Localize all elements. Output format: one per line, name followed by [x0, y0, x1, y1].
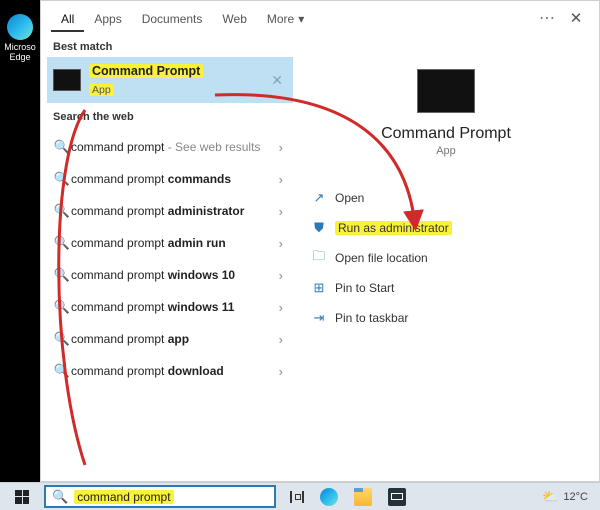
clear-best-icon[interactable]: ✕ — [271, 72, 283, 89]
search-results-panel: All Apps Documents Web More▾ ⋯ ✕ Best ma… — [40, 0, 600, 482]
action-label: Open — [335, 191, 364, 205]
web-result[interactable]: 🔍command prompt download› — [47, 355, 293, 387]
best-match-subtitle: App — [89, 84, 114, 96]
search-icon: 🔍 — [52, 489, 68, 505]
start-button[interactable] — [0, 483, 44, 510]
desktop-strip: Microso Edge — [0, 0, 40, 482]
search-icon: 🔍 — [53, 267, 71, 283]
search-icon: 🔍 — [53, 139, 71, 155]
action-label: Pin to Start — [335, 281, 394, 295]
chevron-right-icon: › — [275, 204, 287, 219]
taskbar-edge-icon[interactable] — [320, 488, 338, 506]
windows-logo-icon — [15, 490, 29, 504]
results-left-column: Best match Command Prompt App ✕ Search t… — [41, 35, 293, 481]
edge-label: Microso Edge — [1, 42, 39, 62]
taskbar-weather[interactable]: ⛅ 12°C — [542, 489, 588, 505]
action-label: Run as administrator — [335, 221, 452, 235]
chevron-right-icon: › — [275, 172, 287, 187]
task-view-icon[interactable] — [290, 491, 304, 503]
search-tabs: All Apps Documents Web More▾ ⋯ ✕ — [41, 1, 599, 35]
edge-icon — [7, 14, 33, 40]
action-label: Open file location — [335, 251, 428, 265]
taskbar: 🔍 command prompt ⛅ 12°C — [0, 482, 600, 510]
search-icon: 🔍 — [53, 235, 71, 251]
search-icon: 🔍 — [53, 331, 71, 347]
taskbar-search-input[interactable]: 🔍 command prompt — [44, 485, 276, 508]
web-result[interactable]: 🔍command prompt admin run› — [47, 227, 293, 259]
search-icon: 🔍 — [53, 203, 71, 219]
chevron-right-icon: › — [275, 332, 287, 347]
close-button[interactable]: ✕ — [563, 9, 589, 27]
tab-documents[interactable]: Documents — [132, 4, 213, 32]
action-icon: 🗀 — [309, 247, 329, 269]
search-icon: 🔍 — [53, 299, 71, 315]
web-result-text: command prompt windows 11 — [71, 300, 275, 314]
edge-shortcut[interactable]: Microso Edge — [1, 14, 39, 62]
action-pin-to-taskbar[interactable]: ⇥ Pin to taskbar — [303, 303, 589, 333]
cmd-icon — [53, 69, 81, 91]
chevron-right-icon: › — [275, 300, 287, 315]
web-result-text: command prompt app — [71, 332, 275, 346]
taskbar-explorer-icon[interactable] — [354, 488, 372, 506]
web-results-list: 🔍command prompt - See web results›🔍comma… — [47, 131, 293, 387]
action-icon: ⛊ — [309, 220, 329, 236]
web-result-text: command prompt download — [71, 364, 275, 378]
action-icon: ⇥ — [309, 310, 329, 326]
search-icon: 🔍 — [53, 171, 71, 187]
web-result[interactable]: 🔍command prompt commands› — [47, 163, 293, 195]
action-icon: ⊞ — [309, 280, 329, 296]
web-result[interactable]: 🔍command prompt windows 11› — [47, 291, 293, 323]
chevron-down-icon: ▾ — [298, 12, 304, 26]
web-result[interactable]: 🔍command prompt administrator› — [47, 195, 293, 227]
more-options-button[interactable]: ⋯ — [531, 8, 563, 28]
search-icon: 🔍 — [53, 363, 71, 379]
chevron-right-icon: › — [275, 268, 287, 283]
web-result-text: command prompt - See web results — [71, 140, 275, 154]
best-match-result[interactable]: Command Prompt App ✕ — [47, 57, 293, 103]
preview-title: Command Prompt — [303, 125, 589, 143]
chevron-right-icon: › — [275, 236, 287, 251]
web-result[interactable]: 🔍command prompt app› — [47, 323, 293, 355]
action-icon: ↗ — [309, 190, 329, 206]
preview-cmd-icon — [417, 69, 475, 113]
best-match-header: Best match — [47, 39, 293, 57]
preview-pane: Command Prompt App ↗ Open ⛊ Run as administ… — [293, 35, 599, 481]
chevron-right-icon: › — [275, 364, 287, 379]
web-result[interactable]: 🔍command prompt windows 10› — [47, 259, 293, 291]
web-result[interactable]: 🔍command prompt - See web results› — [47, 131, 293, 163]
preview-actions: ↗ Open ⛊ Run as administrator 🗀 Open file loc… — [303, 183, 589, 333]
search-web-header: Search the web — [47, 109, 293, 127]
tab-apps[interactable]: Apps — [84, 4, 131, 32]
taskbar-mail-icon[interactable] — [388, 488, 406, 506]
best-match-title: Command Prompt — [89, 64, 203, 78]
action-open[interactable]: ↗ Open — [303, 183, 589, 213]
preview-subtitle: App — [303, 145, 589, 157]
weather-icon: ⛅ — [542, 489, 558, 505]
action-run-as-administrator[interactable]: ⛊ Run as administrator — [303, 213, 589, 243]
action-open-file-location[interactable]: 🗀 Open file location — [303, 243, 589, 273]
web-result-text: command prompt windows 10 — [71, 268, 275, 282]
web-result-text: command prompt commands — [71, 172, 275, 186]
action-pin-to-start[interactable]: ⊞ Pin to Start — [303, 273, 589, 303]
tab-web[interactable]: Web — [212, 4, 256, 32]
web-result-text: command prompt admin run — [71, 236, 275, 250]
web-result-text: command prompt administrator — [71, 204, 275, 218]
weather-temp: 12°C — [563, 491, 588, 503]
chevron-right-icon: › — [275, 140, 287, 155]
search-value: command prompt — [74, 490, 173, 504]
action-label: Pin to taskbar — [335, 311, 408, 325]
tab-all[interactable]: All — [51, 4, 84, 32]
tab-more[interactable]: More▾ — [257, 4, 314, 32]
